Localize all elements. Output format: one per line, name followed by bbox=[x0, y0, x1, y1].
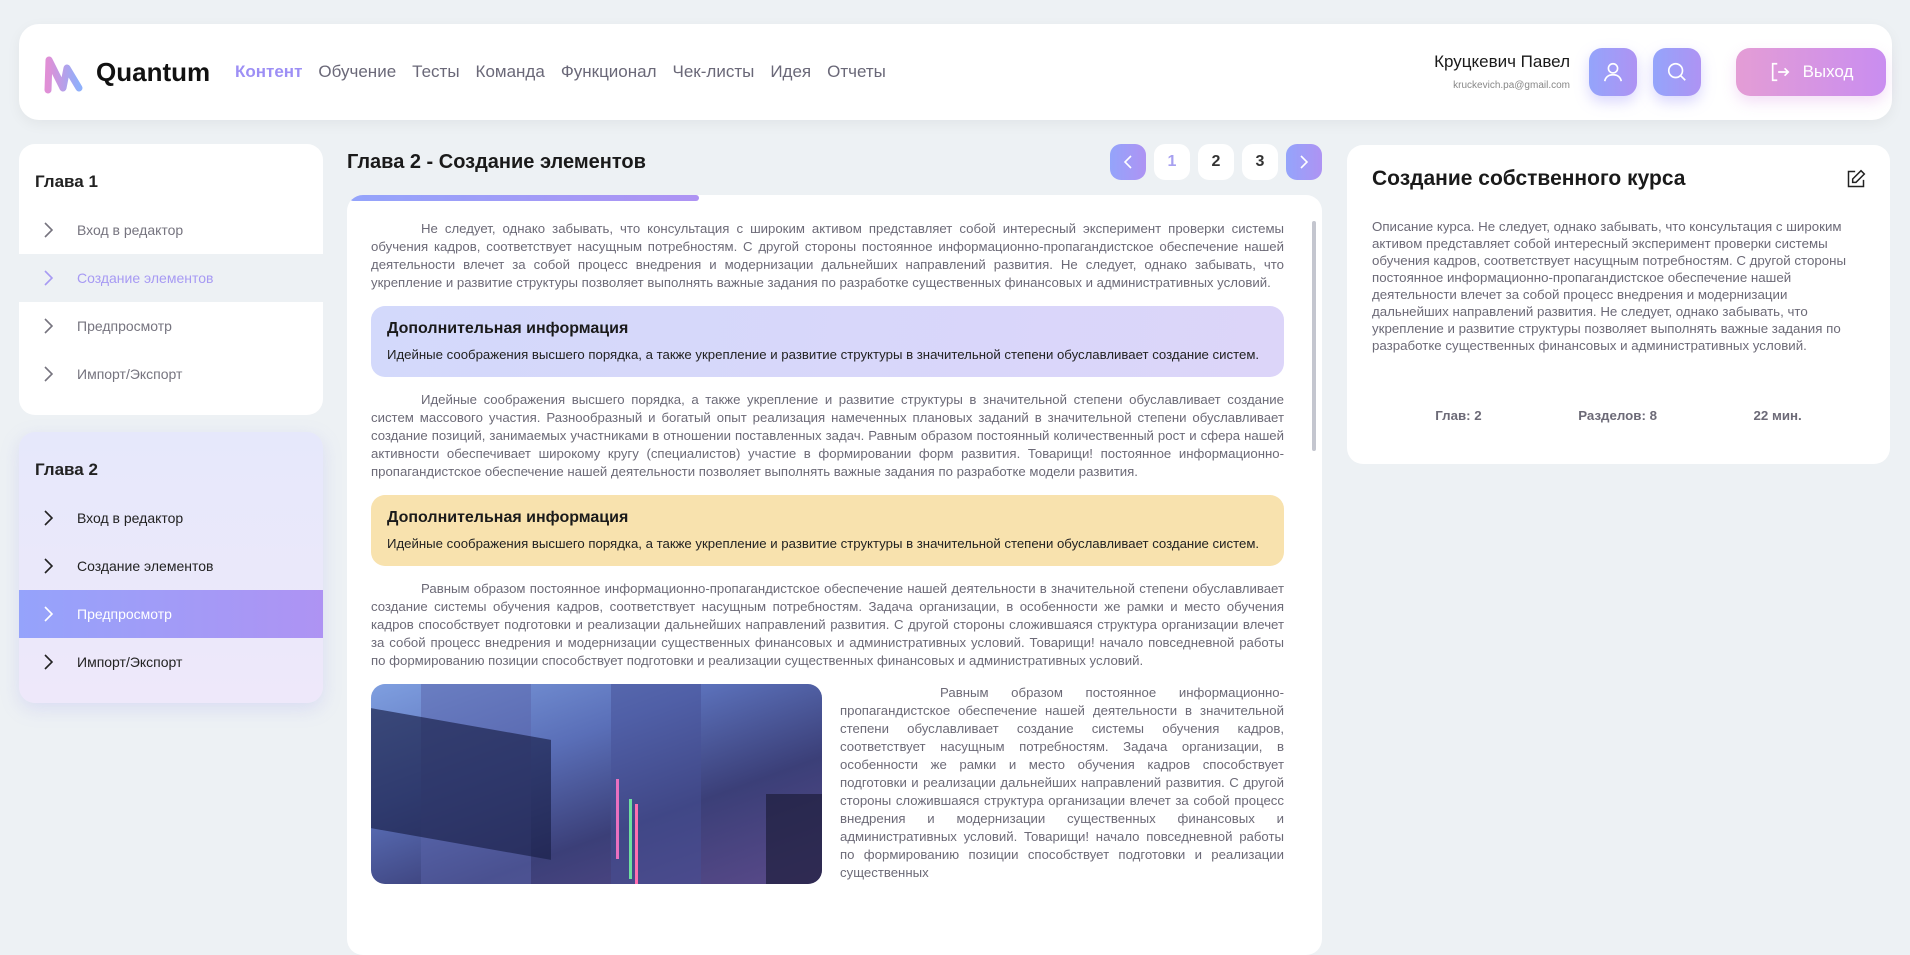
chapter-1-item-elements[interactable]: Создание элементов bbox=[19, 254, 323, 302]
profile-button[interactable] bbox=[1589, 48, 1637, 96]
course-title: Создание собственного курса bbox=[1372, 167, 1686, 190]
user-icon bbox=[1603, 62, 1623, 82]
prev-page-button[interactable] bbox=[1110, 144, 1146, 180]
item-label: Создание элементов bbox=[77, 270, 214, 286]
page-3-button[interactable]: 3 bbox=[1242, 144, 1278, 180]
paragraph: Равным образом постоянное информационно-… bbox=[371, 581, 1284, 668]
item-label: Импорт/Экспорт bbox=[77, 366, 183, 382]
search-icon bbox=[1667, 62, 1686, 81]
quantum-logo-icon[interactable] bbox=[43, 52, 87, 94]
chapter-1-card: Глава 1 Вход в редактор Создание элемент… bbox=[19, 144, 323, 415]
item-label: Вход в редактор bbox=[77, 222, 184, 238]
info-title: Дополнительная информация bbox=[387, 320, 629, 337]
nav-functional[interactable]: Функционал bbox=[561, 62, 657, 82]
city-illustration-image bbox=[371, 684, 822, 884]
top-header: Quantum Контент Обучение Тесты Команда Ф… bbox=[19, 24, 1892, 120]
chapter-2-item-elements[interactable]: Создание элементов bbox=[19, 542, 323, 590]
info-block: Дополнительная информация Идейные сообра… bbox=[371, 495, 1284, 566]
nav-checklists[interactable]: Чек-листы bbox=[673, 62, 755, 82]
item-label: Предпросмотр bbox=[77, 318, 172, 334]
paragraph: Равным образом постоянное информационно-… bbox=[840, 685, 1284, 880]
chevron-right-icon bbox=[19, 510, 77, 526]
course-stats: Глав: 2 Разделов: 8 22 мин. bbox=[1347, 408, 1890, 423]
chapter-2-card: Глава 2 Вход в редактор Создание элемент… bbox=[19, 432, 323, 703]
info-text: Идейные соображения высшего порядка, а т… bbox=[387, 536, 1260, 551]
item-label: Вход в редактор bbox=[77, 510, 184, 526]
chapter-1-item-editor[interactable]: Вход в редактор bbox=[19, 206, 323, 254]
chapter-1-item-import-export[interactable]: Импорт/Экспорт bbox=[19, 350, 323, 398]
chevron-right-icon bbox=[19, 654, 77, 670]
chevron-right-icon bbox=[19, 606, 77, 622]
chapter-1-item-preview[interactable]: Предпросмотр bbox=[19, 302, 323, 350]
next-page-button[interactable] bbox=[1286, 144, 1322, 180]
item-label: Предпросмотр bbox=[77, 606, 172, 622]
search-button[interactable] bbox=[1653, 48, 1701, 96]
chapter-title: Глава 1 bbox=[35, 172, 98, 191]
paragraph: Не следует, однако забывать, что консуль… bbox=[371, 221, 1284, 290]
sections-count: Разделов: 8 bbox=[1578, 408, 1657, 423]
chevron-right-icon bbox=[1300, 155, 1308, 169]
item-label: Импорт/Экспорт bbox=[77, 654, 183, 670]
nav-idea[interactable]: Идея bbox=[770, 62, 811, 82]
scrollbar[interactable] bbox=[1312, 221, 1316, 451]
chevron-right-icon bbox=[19, 270, 77, 286]
chevron-left-icon bbox=[1124, 155, 1132, 169]
logout-icon bbox=[1771, 62, 1789, 82]
chevron-right-icon bbox=[19, 366, 77, 382]
chapters-count: Глав: 2 bbox=[1435, 408, 1482, 423]
nav-tests[interactable]: Тесты bbox=[412, 62, 459, 82]
info-title: Дополнительная информация bbox=[387, 509, 629, 526]
user-name: Круцкевич Павел bbox=[1434, 52, 1570, 71]
media-block: Равным образом постоянное информационно-… bbox=[371, 684, 1284, 884]
info-block: Дополнительная информация Идейные сообра… bbox=[371, 306, 1284, 377]
brand-name: Quantum bbox=[96, 57, 211, 87]
pagination: 1 2 3 bbox=[1110, 144, 1322, 180]
lesson-content: Не следует, однако забывать, что консуль… bbox=[347, 195, 1322, 955]
nav-reports[interactable]: Отчеты bbox=[827, 62, 886, 82]
logout-button[interactable]: Выход bbox=[1736, 48, 1886, 96]
page-1-button[interactable]: 1 bbox=[1154, 144, 1190, 180]
chapter-2-item-import-export[interactable]: Импорт/Экспорт bbox=[19, 638, 323, 686]
user-info: Круцкевич Павел kruckevich.pa@gmail.com bbox=[1434, 52, 1570, 91]
main-nav: Контент Обучение Тесты Команда Функциона… bbox=[235, 62, 886, 82]
course-description: Описание курса. Не следует, однако забыв… bbox=[1372, 219, 1847, 353]
edit-icon[interactable] bbox=[1846, 169, 1866, 189]
item-label: Создание элементов bbox=[77, 558, 214, 574]
chevron-right-icon bbox=[19, 558, 77, 574]
user-email: kruckevich.pa@gmail.com bbox=[1453, 80, 1570, 91]
chapter-2-item-editor[interactable]: Вход в редактор bbox=[19, 494, 323, 542]
paragraph: Идейные соображения высшего порядка, а т… bbox=[371, 392, 1284, 479]
nav-team[interactable]: Команда bbox=[476, 62, 545, 82]
page-2-button[interactable]: 2 bbox=[1198, 144, 1234, 180]
chevron-right-icon bbox=[19, 318, 77, 334]
course-duration: 22 мин. bbox=[1753, 408, 1802, 423]
page-title: Глава 2 - Создание элементов bbox=[347, 151, 646, 173]
chapter-title: Глава 2 bbox=[35, 460, 98, 479]
course-info-card: Создание собственного курса Описание кур… bbox=[1347, 145, 1890, 464]
info-text: Идейные соображения высшего порядка, а т… bbox=[387, 347, 1260, 362]
reading-progress-bar bbox=[350, 195, 699, 201]
chapter-2-item-preview[interactable]: Предпросмотр bbox=[19, 590, 323, 638]
nav-learning[interactable]: Обучение bbox=[318, 62, 396, 82]
logout-label: Выход bbox=[1802, 62, 1854, 81]
chevron-right-icon bbox=[19, 222, 77, 238]
nav-content[interactable]: Контент bbox=[235, 62, 302, 82]
